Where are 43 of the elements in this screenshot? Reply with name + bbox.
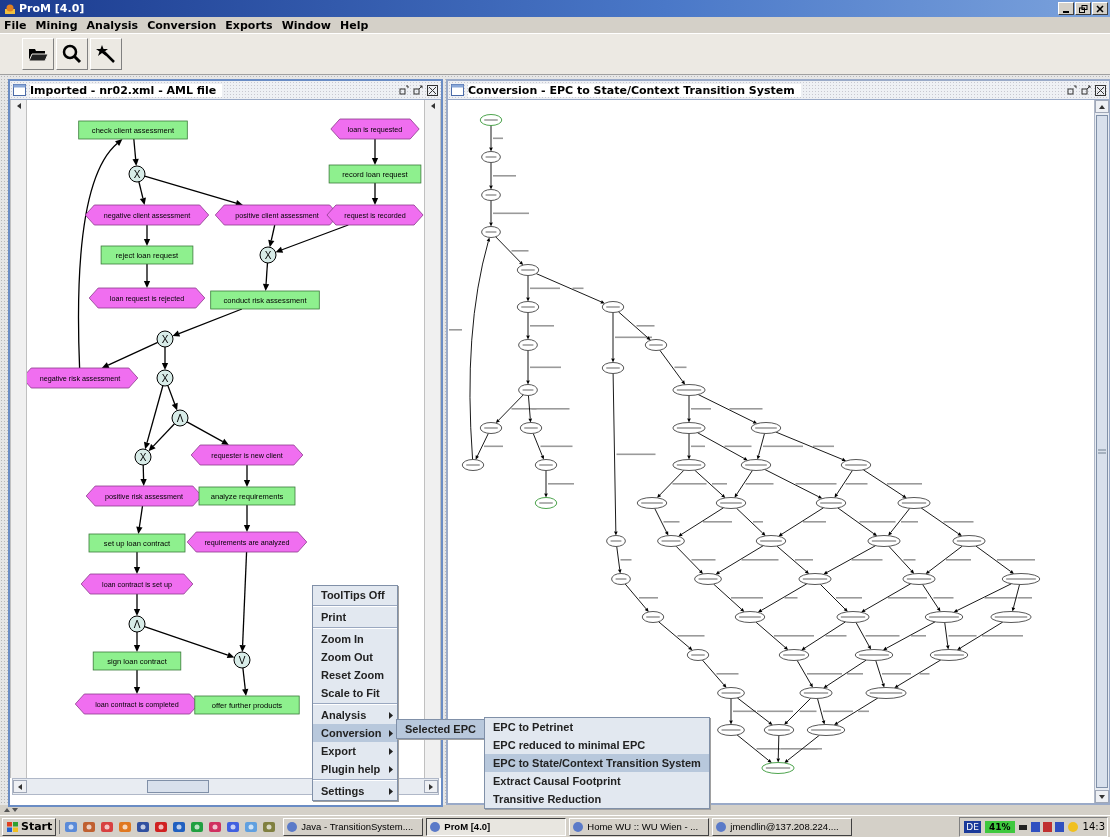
menu-bar-item[interactable]: File xyxy=(4,18,27,32)
frame-title: Imported - nr02.xml - AML file xyxy=(30,83,223,97)
connector-node: V xyxy=(233,651,251,669)
menu-bar-item[interactable]: Mining xyxy=(35,18,78,32)
connector-node: X xyxy=(259,246,277,264)
connector-node: X xyxy=(134,448,152,466)
connector-node: X xyxy=(128,165,146,183)
connector-node: Λ xyxy=(128,615,146,633)
language-indicator[interactable]: DE xyxy=(964,820,981,833)
connector-node: X xyxy=(156,330,174,348)
menu-item[interactable]: Zoom Out xyxy=(313,648,397,666)
battery-indicator[interactable]: 41% xyxy=(985,820,1015,833)
menu-item[interactable]: Plugin help xyxy=(313,760,397,778)
connector-node: X xyxy=(156,369,174,387)
menu-item[interactable]: Zoom In xyxy=(313,630,397,648)
menu-bar-item[interactable]: Window xyxy=(281,18,331,32)
menu-bar-item[interactable]: Exports xyxy=(225,18,273,32)
menu-item[interactable]: Export xyxy=(313,742,397,760)
menu-item[interactable]: Settings xyxy=(313,782,397,800)
connector-node: Λ xyxy=(171,409,189,427)
menu-item[interactable]: Selected EPC xyxy=(397,720,485,738)
menu-bar-item[interactable]: Analysis xyxy=(86,18,139,32)
menu-item[interactable]: Reset Zoom xyxy=(313,666,397,684)
taskbar-button[interactable]: Home WU :: WU Wien - ... xyxy=(569,817,710,836)
menu-item[interactable]: Conversion xyxy=(313,724,397,742)
window-title: ProM [4.0] xyxy=(19,2,86,15)
start-button[interactable]: Start xyxy=(2,817,57,836)
menu-item[interactable]: EPC to State/Context Transition System xyxy=(485,754,709,772)
menu-item[interactable]: Analysis xyxy=(313,706,397,724)
taskbar-button[interactable]: Java - TransitionSystem.... xyxy=(283,817,424,836)
menu-item[interactable]: Scale to Fit xyxy=(313,684,397,702)
frame-title: Conversion - EPC to State/Context Transition System xyxy=(468,83,801,97)
menu-bar-item[interactable]: Help xyxy=(339,18,369,32)
menu-item[interactable]: Transitive Reduction xyxy=(485,790,709,808)
menu-item[interactable]: Extract Causal Footprint xyxy=(485,772,709,790)
menu-bar-item[interactable]: Conversion xyxy=(147,18,217,32)
menu-item[interactable]: ToolTips Off xyxy=(313,586,397,604)
menu-item[interactable]: EPC reduced to minimal EPC xyxy=(485,736,709,754)
clock: 14:3 xyxy=(1082,821,1105,832)
taskbar-button[interactable]: ProM [4.0] xyxy=(426,817,567,836)
menu-item[interactable]: EPC to Petrinet xyxy=(485,718,709,736)
menu-item[interactable]: Print xyxy=(313,608,397,626)
taskbar-button[interactable]: jmendlin@137.208.224.... xyxy=(712,817,853,836)
